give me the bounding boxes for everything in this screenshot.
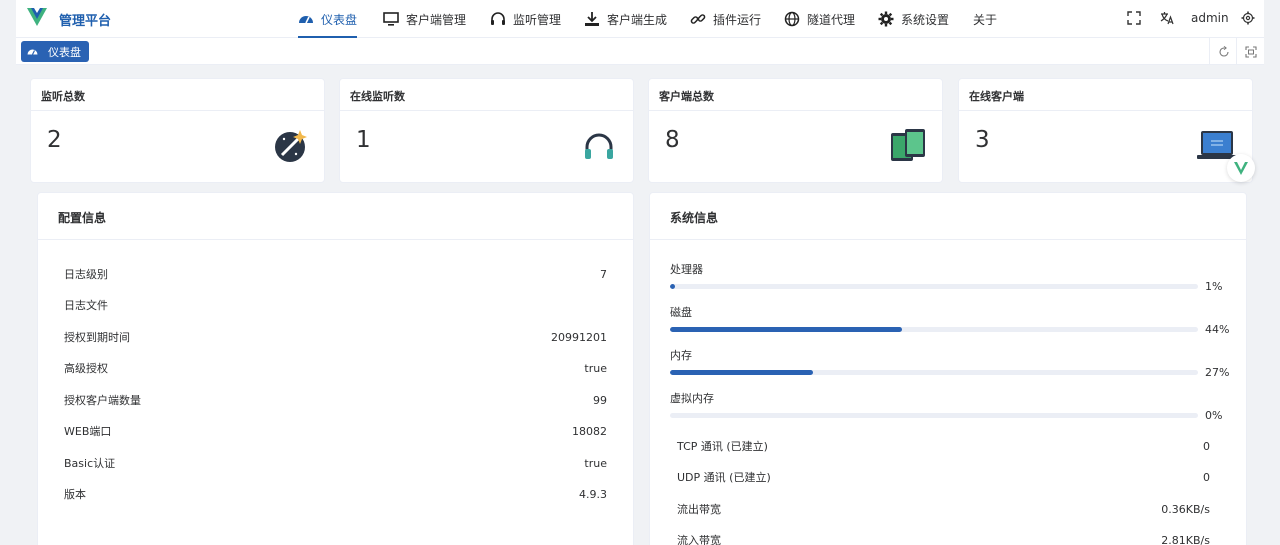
nav-client-generation[interactable]: 客户端生成 — [584, 0, 667, 38]
stat-title: 在线客户端 — [959, 79, 1252, 111]
fullscreen-icon[interactable] — [1127, 11, 1141, 25]
usage-percent-swap: 0% — [1205, 409, 1223, 422]
stat-title: 客户端总数 — [649, 79, 942, 111]
progress-bar-disk — [670, 327, 1198, 332]
assistant-button[interactable] — [1227, 154, 1255, 182]
panel-title: 系统信息 — [650, 193, 1246, 240]
link-icon — [690, 14, 706, 24]
stat-card-listeners-online: 在线监听数 1 — [339, 78, 634, 183]
refresh-button[interactable] — [1209, 38, 1237, 65]
logo-icon — [1234, 162, 1248, 175]
brand-title: 管理平台 — [59, 14, 112, 29]
config-row-license-expiry: 授权到期时间 20991201 — [64, 330, 607, 345]
stat-value: 1 — [356, 127, 371, 153]
panel-title: 配置信息 — [38, 193, 633, 240]
progress-bar-swap — [670, 413, 1198, 418]
tab-bar: 仪表盘 — [16, 38, 1264, 65]
progress-fill — [670, 370, 813, 375]
gear-icon — [878, 11, 894, 27]
dashboard-icon — [27, 49, 38, 55]
network-row-udp: UDP 通讯 (已建立) 0 — [677, 470, 1210, 485]
config-row-basic-auth: Basic认证 true — [64, 456, 607, 471]
nav-tunnel-proxy[interactable]: 隧道代理 — [784, 0, 855, 38]
usage-percent-memory: 27% — [1205, 366, 1230, 379]
maximize-icon — [1244, 45, 1257, 58]
progress-bar-cpu — [670, 284, 1198, 289]
usage-percent-cpu: 1% — [1205, 280, 1223, 293]
top-header: 管理平台 仪表盘 客户端管理 监听管理 客户端生成 插件运行 隧道代理 系统设置… — [16, 0, 1264, 38]
stat-card-clients-online: 在线客户端 3 — [958, 78, 1253, 183]
devices-icon — [891, 129, 925, 161]
app-window: 管理平台 仪表盘 客户端管理 监听管理 客户端生成 插件运行 隧道代理 系统设置… — [16, 0, 1264, 545]
usage-label-cpu: 处理器 — [670, 263, 703, 276]
stat-title: 监听总数 — [31, 79, 324, 111]
stat-value: 2 — [47, 127, 62, 153]
nav-plugin-run[interactable]: 插件运行 — [690, 0, 761, 38]
monitor-icon — [383, 12, 399, 26]
network-row-outbound: 流出带宽 0.36KB/s — [677, 502, 1210, 517]
nav-listener-management[interactable]: 监听管理 — [490, 0, 561, 38]
progress-fill — [670, 327, 903, 332]
config-row-log-file: 日志文件 — [64, 299, 108, 312]
network-row-inbound: 流入带宽 2.81KB/s — [677, 533, 1210, 545]
headphones-icon — [585, 133, 613, 159]
settings-icon[interactable] — [1241, 11, 1255, 25]
globe-icon — [784, 11, 800, 27]
stat-title: 在线监听数 — [340, 79, 633, 111]
network-row-tcp: TCP 通讯 (已建立) 0 — [677, 439, 1210, 454]
download-icon — [585, 12, 599, 26]
compass-icon — [275, 130, 307, 162]
progress-fill — [670, 284, 675, 289]
dashboard-icon — [299, 16, 313, 24]
usage-percent-disk: 44% — [1205, 323, 1230, 336]
nav-system-settings[interactable]: 系统设置 — [878, 0, 949, 38]
logo-icon — [27, 8, 47, 26]
config-panel: 配置信息 日志级别 7 日志文件 授权到期时间 20991201 高级授权 tr… — [37, 192, 634, 545]
progress-bar-memory — [670, 370, 1198, 375]
nav-about[interactable]: 关于 — [973, 0, 997, 38]
config-row-log-level: 日志级别 7 — [64, 267, 607, 282]
nav-client-management[interactable]: 客户端管理 — [383, 0, 466, 38]
maximize-button[interactable] — [1236, 38, 1264, 65]
config-row-version: 版本 4.9.3 — [64, 487, 607, 502]
config-row-advanced-license: 高级授权 true — [64, 361, 607, 376]
stat-card-clients-total: 客户端总数 8 — [648, 78, 943, 183]
config-row-web-port: WEB端口 18082 — [64, 424, 607, 439]
nav-dashboard[interactable]: 仪表盘 — [298, 0, 358, 38]
config-row-licensed-clients: 授权客户端数量 99 — [64, 393, 607, 408]
usage-label-swap: 虚拟内存 — [670, 392, 714, 405]
usage-label-memory: 内存 — [670, 349, 692, 362]
usage-label-disk: 磁盘 — [670, 306, 692, 319]
stat-value: 8 — [665, 127, 680, 153]
refresh-icon — [1218, 45, 1229, 57]
system-panel: 系统信息 处理器 1% 磁盘 44% 内存 27% 虚拟内存 0% TCP 通讯… — [649, 192, 1247, 545]
stat-card-listeners-total: 监听总数 2 — [30, 78, 325, 183]
translate-icon[interactable] — [1160, 11, 1174, 25]
tab-dashboard[interactable]: 仪表盘 — [21, 41, 89, 62]
headphones-icon — [491, 12, 505, 25]
stat-value: 3 — [975, 127, 990, 153]
user-menu[interactable]: admin — [1191, 11, 1229, 25]
